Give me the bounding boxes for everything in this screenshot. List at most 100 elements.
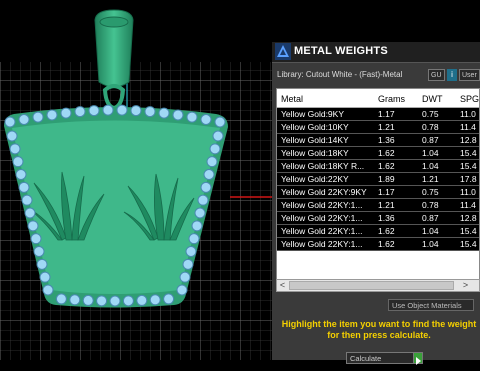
gem-stone [130,105,142,117]
table-row[interactable]: Yellow Gold 22KY:1... 1.62 1.04 15.4 [277,225,479,238]
cell-grams: 1.62 [378,161,395,171]
gem-stone [12,156,24,168]
gem-stone [144,106,156,118]
scrollbar-thumb[interactable] [289,281,454,290]
cell-dwt: 0.75 [422,109,439,119]
cell-metal: Yellow Gold:10KY [281,122,349,132]
gem-stone [197,194,209,206]
table-row[interactable]: Yellow Gold 22KY:9KY 1.17 0.75 11.0 [277,186,479,199]
cell-dwt: 1.04 [422,226,439,236]
gu-dropdown[interactable]: GU [428,69,445,81]
cell-metal: Yellow Gold:22KY [281,174,349,184]
gem-stone [18,181,30,193]
cell-metal: Yellow Gold 22KY:9KY [281,187,367,197]
table-row[interactable]: Yellow Gold 22KY:1... 1.36 0.87 12.8 [277,212,479,225]
scroll-right-arrow-icon[interactable]: > [460,280,471,291]
gem-stone [203,169,215,180]
gem-stone [42,284,54,296]
cell-dwt: 0.78 [422,122,439,132]
cell-metal: Yellow Gold 22KY:1... [281,213,363,223]
cell-spg: 12.8 [460,135,477,145]
cell-grams: 1.21 [378,200,395,210]
table-row[interactable]: Yellow Gold 22KY:1... 1.21 0.78 11.4 [277,199,479,212]
gem-stone [96,295,108,307]
cell-spg: 15.4 [460,226,477,236]
calculate-button[interactable] [413,352,423,365]
gem-stone [46,109,58,121]
cell-spg: 11.4 [460,122,476,132]
material-source-select[interactable]: Use Object Materials [388,299,474,311]
panel-title: METAL WEIGHTS [294,45,388,57]
gem-stone [191,220,203,232]
gem-stone [206,156,218,168]
cell-metal: Yellow Gold:18KY [281,148,349,158]
cell-spg: 15.4 [460,161,477,171]
gem-stone [179,271,191,283]
cell-metal: Yellow Gold 22KY:1... [281,239,363,249]
instruction-text: Highlight the item you want to find the … [281,319,477,340]
gem-stone [39,271,51,283]
table-header: Metal Grams DWT SPG [277,89,479,108]
table-row[interactable]: Yellow Gold:18KY 1.62 1.04 15.4 [277,147,479,160]
gem-stone [200,181,212,193]
cell-dwt: 0.87 [422,135,439,145]
gem-stone [163,293,175,305]
gem-stone [88,105,100,117]
gem-stone [30,233,42,245]
gem-stone [60,107,72,119]
gem-stone [102,104,114,116]
cell-grams: 1.17 [378,109,395,119]
panel-titlebar[interactable]: METAL WEIGHTS [272,42,480,63]
viewport-canvas[interactable] [0,0,272,360]
cell-grams: 1.21 [378,122,395,132]
calculate-field[interactable]: Calculate [346,352,422,364]
horizontal-scrollbar[interactable]: < > [276,279,480,292]
gem-stone [32,111,44,123]
gem-stone [188,233,200,245]
info-icon[interactable]: i [447,69,457,81]
play-icon [416,357,421,365]
gem-stone [33,246,45,257]
gem-stone [212,130,224,142]
table-row[interactable]: Yellow Gold:9KY 1.17 0.75 11.0 [277,108,479,121]
cell-grams: 1.36 [378,135,395,145]
column-header-metal[interactable]: Metal [281,94,303,104]
column-header-spg[interactable]: SPG [460,94,479,104]
gem-stone [158,107,170,119]
cell-spg: 15.4 [460,239,477,249]
cell-spg: 11.4 [460,200,476,210]
gem-stone [55,293,67,305]
gem-stone [9,143,21,155]
gem-stone [24,207,36,219]
table-row[interactable]: Yellow Gold:18KY R... 1.62 1.04 15.4 [277,160,479,173]
scroll-left-arrow-icon[interactable]: < [277,280,288,291]
cell-spg: 11.0 [460,109,476,119]
cell-grams: 1.62 [378,226,395,236]
table-row[interactable]: Yellow Gold 22KY:1... 1.62 1.04 15.4 [277,238,479,251]
cell-grams: 1.89 [378,174,395,184]
table-row[interactable]: Yellow Gold:10KY 1.21 0.78 11.4 [277,121,479,134]
gem-stone [6,130,18,142]
cell-spg: 12.8 [460,213,477,223]
3d-viewport[interactable] [0,0,272,360]
cell-dwt: 0.75 [422,187,439,197]
cell-spg: 15.4 [460,148,477,158]
gem-stone [176,284,188,296]
user-dropdown[interactable]: User [459,69,480,81]
gem-stone [185,246,197,257]
gem-stone [116,104,128,116]
column-header-dwt[interactable]: DWT [422,94,443,104]
cell-dwt: 0.78 [422,200,439,210]
metal-weights-table[interactable]: Metal Grams DWT SPG Yellow Gold:9KY 1.17 0… [276,88,480,284]
cell-metal: Yellow Gold:14KY [281,135,349,145]
gem-stone [194,207,206,219]
gem-stone [214,116,226,128]
gem-stone [109,295,121,307]
table-row[interactable]: Yellow Gold:14KY 1.36 0.87 12.8 [277,134,479,147]
gem-stone [27,220,39,232]
gem-stone [4,116,16,128]
column-header-grams[interactable]: Grams [378,94,405,104]
cell-dwt: 1.04 [422,161,439,171]
cell-grams: 1.62 [378,239,395,249]
table-row[interactable]: Yellow Gold:22KY 1.89 1.21 17.8 [277,173,479,186]
